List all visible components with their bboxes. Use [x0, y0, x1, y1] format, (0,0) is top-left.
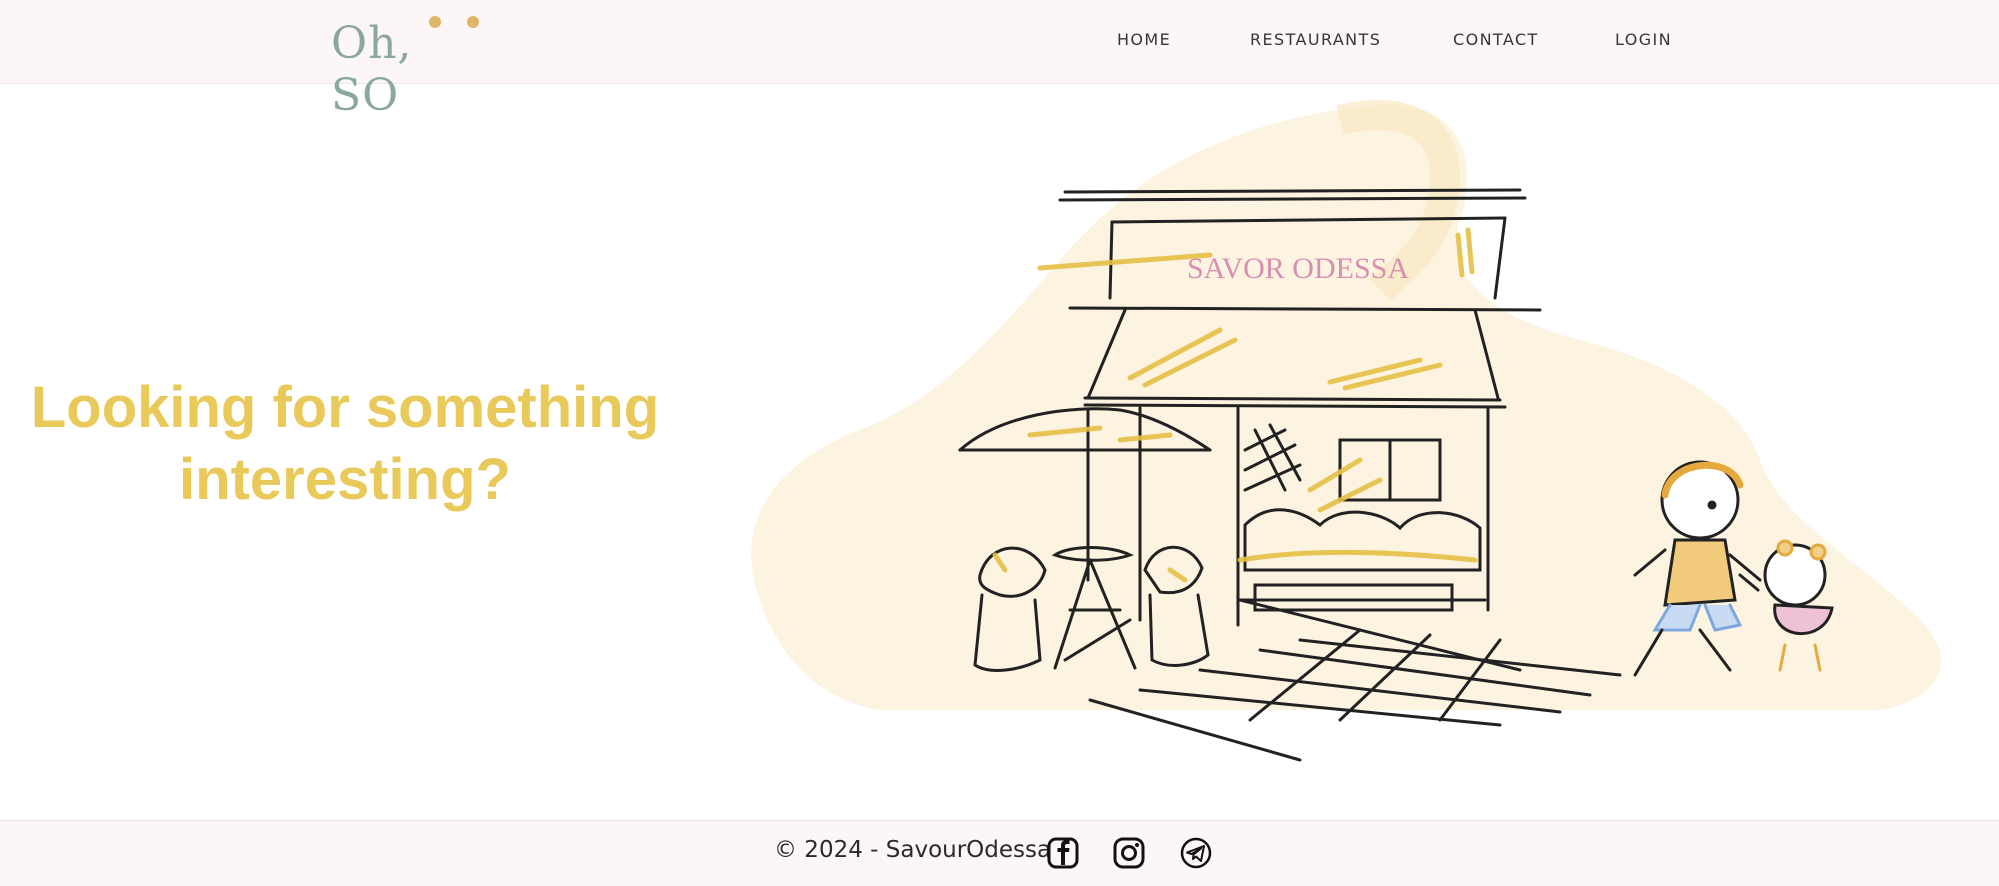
storefront-drawing: SAVOR ODESSA	[751, 99, 1941, 762]
nav-home[interactable]: HOME	[1117, 30, 1171, 49]
telegram-icon[interactable]	[1178, 835, 1214, 871]
facebook-icon[interactable]	[1045, 835, 1081, 871]
site-footer: © 2024 - SavourOdessa	[0, 820, 1999, 886]
cafe-storefront-illustration: SAVOR ODESSA	[740, 99, 1980, 800]
copyright-text: © 2024 - SavourOdessa	[774, 837, 1052, 863]
hero-title: Looking for something interesting?	[30, 375, 660, 512]
nav-login[interactable]: LOGIN	[1615, 30, 1672, 49]
instagram-icon[interactable]	[1111, 835, 1147, 871]
storefront-sign: SAVOR ODESSA	[1187, 252, 1409, 285]
logo-text: Oh, SO	[331, 18, 413, 121]
site-logo[interactable]: Oh, SO	[331, 12, 491, 121]
nav-restaurants[interactable]: RESTAURANTS	[1250, 30, 1381, 49]
site-header: Oh, SO HOME RESTAURANTS CONTACT LOGIN	[0, 0, 1999, 121]
nav-contact[interactable]: CONTACT	[1453, 30, 1539, 49]
